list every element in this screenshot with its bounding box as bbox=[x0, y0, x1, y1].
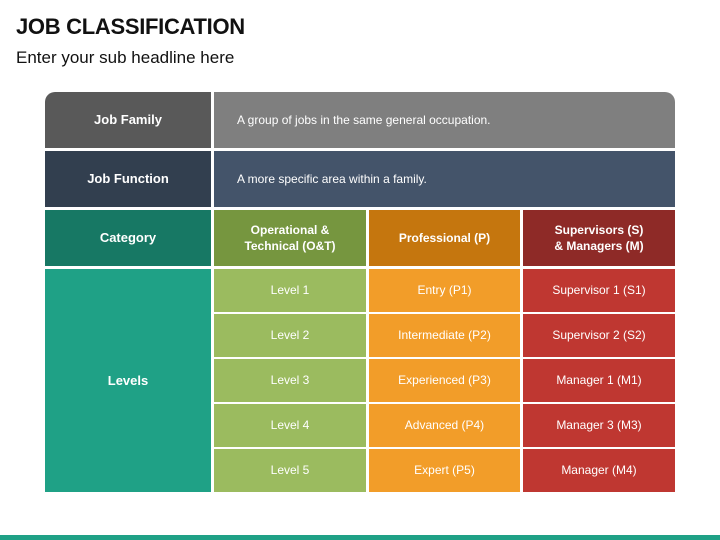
level-cell-supervisor-manager: Manager 3 (M3) bbox=[523, 404, 675, 447]
level-cell-supervisor-manager: Supervisor 1 (S1) bbox=[523, 269, 675, 312]
category-label: Category bbox=[45, 210, 211, 266]
levels-label: Levels bbox=[45, 269, 211, 492]
level-cell-professional: Experienced (P3) bbox=[369, 359, 520, 402]
level-cell-operational: Level 2 bbox=[214, 314, 366, 357]
level-cell-operational: Level 5 bbox=[214, 449, 366, 492]
level-cell-operational: Level 1 bbox=[214, 269, 366, 312]
category-operational-technical: Operational & Technical (O&T) bbox=[214, 210, 366, 266]
level-cell-professional: Advanced (P4) bbox=[369, 404, 520, 447]
job-function-description: A more specific area within a family. bbox=[214, 151, 675, 207]
footer-accent-bar bbox=[0, 535, 720, 540]
page-subtitle: Enter your sub headline here bbox=[16, 48, 235, 67]
level-cell-operational: Level 3 bbox=[214, 359, 366, 402]
job-family-description: A group of jobs in the same general occu… bbox=[214, 92, 675, 148]
level-cell-supervisor-manager: Supervisor 2 (S2) bbox=[523, 314, 675, 357]
level-cell-supervisor-manager: Manager 1 (M1) bbox=[523, 359, 675, 402]
level-cell-professional: Expert (P5) bbox=[369, 449, 520, 492]
category-professional: Professional (P) bbox=[369, 210, 520, 266]
job-family-label: Job Family bbox=[45, 92, 211, 148]
page-title: JOB CLASSIFICATION bbox=[16, 14, 245, 39]
level-cell-professional: Intermediate (P2) bbox=[369, 314, 520, 357]
level-cell-operational: Level 4 bbox=[214, 404, 366, 447]
job-function-label: Job Function bbox=[45, 151, 211, 207]
level-cell-supervisor-manager: Manager (M4) bbox=[523, 449, 675, 492]
category-supervisors-managers: Supervisors (S) & Managers (M) bbox=[523, 210, 675, 266]
level-cell-professional: Entry (P1) bbox=[369, 269, 520, 312]
